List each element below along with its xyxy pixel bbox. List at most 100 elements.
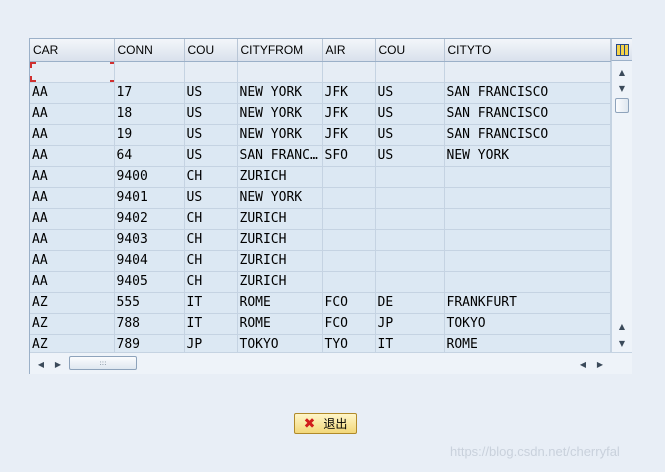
table-row[interactable]: AA 9401 US NEW YORK xyxy=(30,187,611,209)
cell-cityfrom[interactable]: NEW YORK xyxy=(237,82,323,104)
cell-airport[interactable] xyxy=(322,250,376,272)
cell-countryto[interactable] xyxy=(375,250,445,272)
scroll-up-bottom-icon[interactable]: ▲ xyxy=(614,318,630,334)
scroll-left-icon[interactable]: ◀ xyxy=(33,356,49,372)
cell-countryto[interactable]: US xyxy=(375,145,445,167)
cell-countryfrom[interactable]: US xyxy=(184,103,238,125)
cell-airport[interactable] xyxy=(322,208,376,230)
col-header-countryfrom[interactable]: COU xyxy=(184,39,238,62)
cell-cityto[interactable] xyxy=(444,250,611,272)
cell-cityfrom[interactable]: NEW YORK xyxy=(237,103,323,125)
cell-cityto[interactable]: TOKYO xyxy=(444,313,611,335)
scroll-right-end-icon[interactable]: ▶ xyxy=(592,356,608,372)
table-row[interactable]: AA 19 US NEW YORK JFK US SAN FRANCISCO xyxy=(30,124,611,146)
cell-countryfrom[interactable]: IT xyxy=(184,313,238,335)
cell-countryfrom[interactable]: IT xyxy=(184,292,238,314)
cell-airport[interactable] xyxy=(322,187,376,209)
cell-car[interactable]: AA xyxy=(30,208,115,230)
cell-cityto[interactable]: SAN FRANCISCO xyxy=(444,82,611,104)
cell-countryfrom[interactable]: CH xyxy=(184,250,238,272)
cell-conn[interactable]: 17 xyxy=(114,82,185,104)
horizontal-scrollbar[interactable]: ◀ ▶ ::: ◀ ▶ xyxy=(30,352,632,374)
cell-countryfrom[interactable]: US xyxy=(184,124,238,146)
cell-cityfrom[interactable]: ROME xyxy=(237,292,323,314)
cell-cityto[interactable]: FRANKFURT xyxy=(444,292,611,314)
cell-car[interactable]: AA xyxy=(30,229,115,251)
cell-countryfrom[interactable]: CH xyxy=(184,166,238,188)
cell-cityfrom[interactable]: ZURICH xyxy=(237,271,323,293)
input-cell[interactable] xyxy=(114,61,185,83)
cell-cityto[interactable] xyxy=(444,271,611,293)
cell-cityfrom[interactable]: SAN FRANC… xyxy=(237,145,323,167)
cell-cityto[interactable] xyxy=(444,208,611,230)
cell-countryto[interactable] xyxy=(375,166,445,188)
cell-countryto[interactable]: US xyxy=(375,103,445,125)
cell-countryto[interactable] xyxy=(375,208,445,230)
cell-airport[interactable] xyxy=(322,229,376,251)
table-row[interactable]: AZ 788 IT ROME FCO JP TOKYO xyxy=(30,313,611,335)
cell-countryto[interactable]: US xyxy=(375,124,445,146)
cell-cityto[interactable]: NEW YORK xyxy=(444,145,611,167)
cell-airport[interactable]: FCO xyxy=(322,292,376,314)
cell-countryto[interactable]: DE xyxy=(375,292,445,314)
col-header-car[interactable]: CAR xyxy=(30,39,115,62)
cell-cityto[interactable]: SAN FRANCISCO xyxy=(444,103,611,125)
cell-car[interactable]: AA xyxy=(30,103,115,125)
cell-airport[interactable]: SFO xyxy=(322,145,376,167)
cell-airport[interactable]: JFK xyxy=(322,103,376,125)
cell-conn[interactable]: 18 xyxy=(114,103,185,125)
cell-conn[interactable]: 788 xyxy=(114,313,185,335)
cell-car[interactable]: AZ xyxy=(30,313,115,335)
cell-conn[interactable]: 9404 xyxy=(114,250,185,272)
table-row[interactable]: AA 18 US NEW YORK JFK US SAN FRANCISCO xyxy=(30,103,611,125)
cell-airport[interactable]: JFK xyxy=(322,82,376,104)
scroll-left-end-icon[interactable]: ◀ xyxy=(575,356,591,372)
cell-countryfrom[interactable]: US xyxy=(184,82,238,104)
cell-countryto[interactable] xyxy=(375,229,445,251)
cell-airport[interactable] xyxy=(322,166,376,188)
cell-car[interactable]: AA xyxy=(30,187,115,209)
cell-conn[interactable]: 64 xyxy=(114,145,185,167)
cell-countryto[interactable] xyxy=(375,271,445,293)
table-row[interactable]: AA 9400 CH ZURICH xyxy=(30,166,611,188)
cell-car[interactable]: AZ xyxy=(30,292,115,314)
cell-conn[interactable]: 9402 xyxy=(114,208,185,230)
scroll-down-bottom-icon[interactable]: ▼ xyxy=(614,335,630,351)
cell-airport[interactable]: FCO xyxy=(322,313,376,335)
horizontal-scroll-thumb[interactable]: ::: xyxy=(69,356,137,370)
cell-countryfrom[interactable]: US xyxy=(184,187,238,209)
cell-conn[interactable]: 9403 xyxy=(114,229,185,251)
cell-cityfrom[interactable]: ROME xyxy=(237,313,323,335)
cell-airport[interactable] xyxy=(322,271,376,293)
col-header-countryto[interactable]: COU xyxy=(375,39,445,62)
cell-countryfrom[interactable]: US xyxy=(184,145,238,167)
input-cell[interactable] xyxy=(184,61,238,83)
exit-button[interactable]: ✖ 退出 xyxy=(294,413,357,434)
cell-cityfrom[interactable]: ZURICH xyxy=(237,166,323,188)
cell-car[interactable]: AA xyxy=(30,145,115,167)
col-header-cityto[interactable]: CITYTO xyxy=(444,39,611,62)
cell-cityfrom[interactable]: NEW YORK xyxy=(237,187,323,209)
cell-countryfrom[interactable]: CH xyxy=(184,271,238,293)
col-header-cityfrom[interactable]: CITYFROM xyxy=(237,39,323,62)
cell-cityto[interactable]: SAN FRANCISCO xyxy=(444,124,611,146)
col-header-airport[interactable]: AIR xyxy=(322,39,376,62)
input-cell[interactable] xyxy=(444,61,611,83)
cell-conn[interactable]: 19 xyxy=(114,124,185,146)
table-row[interactable]: AA 9402 CH ZURICH xyxy=(30,208,611,230)
input-cell[interactable] xyxy=(237,61,323,83)
cell-countryto[interactable] xyxy=(375,187,445,209)
table-row[interactable]: AA 64 US SAN FRANC… SFO US NEW YORK xyxy=(30,145,611,167)
vertical-scroll-thumb[interactable] xyxy=(615,98,629,113)
col-header-conn[interactable]: CONN xyxy=(114,39,185,62)
cell-car[interactable]: AA xyxy=(30,271,115,293)
cell-car[interactable]: AA xyxy=(30,82,115,104)
scroll-down-icon[interactable]: ▼ xyxy=(614,80,630,96)
focused-input-cell[interactable] xyxy=(30,61,115,83)
cell-conn[interactable]: 9405 xyxy=(114,271,185,293)
table-row[interactable]: AA 9404 CH ZURICH xyxy=(30,250,611,272)
cell-conn[interactable]: 9400 xyxy=(114,166,185,188)
change-layout-button[interactable] xyxy=(611,39,632,61)
cell-car[interactable]: AA xyxy=(30,124,115,146)
cell-cityfrom[interactable]: NEW YORK xyxy=(237,124,323,146)
